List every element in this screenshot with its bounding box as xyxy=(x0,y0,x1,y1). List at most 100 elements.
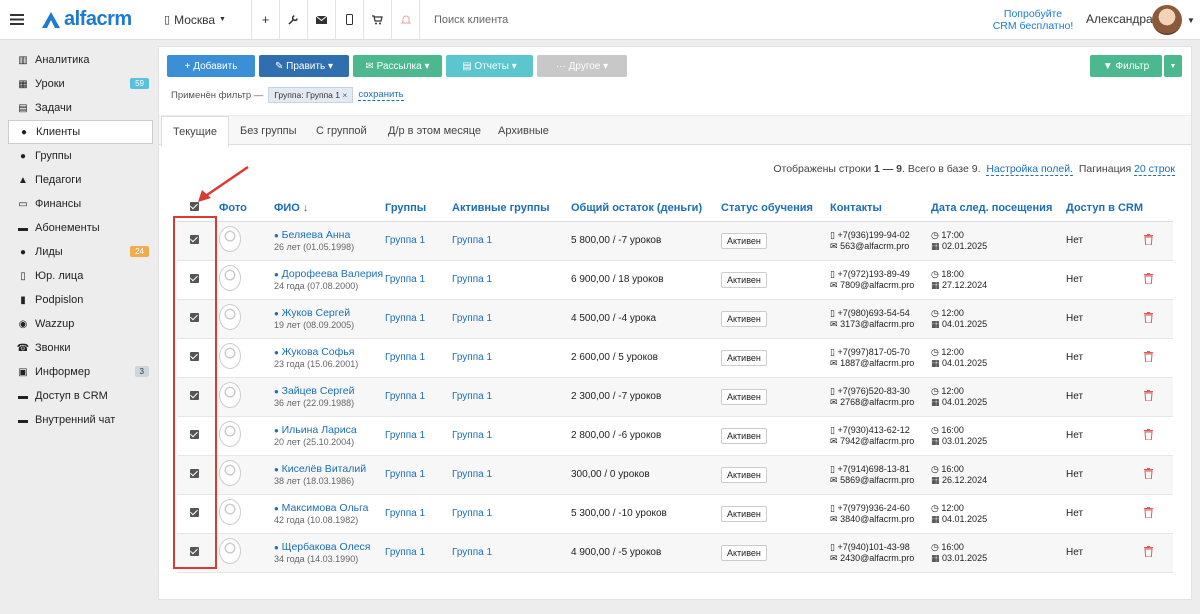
filter-dropdown-button[interactable]: ▼ xyxy=(1164,55,1182,77)
save-filter-link[interactable]: сохранить xyxy=(358,89,404,101)
trash-icon[interactable] xyxy=(1144,428,1153,443)
trash-icon[interactable] xyxy=(1144,272,1153,287)
table-row[interactable]: ● Максимова Ольга 42 года (10.08.1982) Г… xyxy=(177,494,1173,534)
client-name-link[interactable]: Жукова Софья xyxy=(282,346,355,358)
tab[interactable]: Д/р в этом месяце xyxy=(377,116,492,146)
table-row[interactable]: ● Щербакова Олеся 34 года (14.03.1990) Г… xyxy=(177,533,1173,573)
table-row[interactable]: ● Дорофеева Валерия 24 года (07.08.2000)… xyxy=(177,260,1173,300)
group-link[interactable]: Группа 1 xyxy=(385,430,425,441)
sidebar-item[interactable]: ▬ Доступ в CRM xyxy=(8,384,153,408)
sidebar-item[interactable]: ▦ Уроки 59 xyxy=(8,72,153,96)
row-checkbox[interactable] xyxy=(177,299,219,339)
group-link[interactable]: Группа 1 xyxy=(385,391,425,402)
row-checkbox[interactable] xyxy=(177,416,219,456)
trash-icon[interactable] xyxy=(1144,467,1153,482)
other-button[interactable]: ··· Другое ▾ xyxy=(537,55,627,77)
active-group-link[interactable]: Группа 1 xyxy=(452,430,492,441)
column-header[interactable]: ФИО ↓ xyxy=(274,195,385,222)
row-checkbox[interactable] xyxy=(177,338,219,378)
active-group-link[interactable]: Группа 1 xyxy=(452,313,492,324)
row-checkbox[interactable] xyxy=(177,377,219,417)
plus-icon[interactable]: + xyxy=(252,0,280,40)
client-name-link[interactable]: Жуков Сергей xyxy=(282,307,350,319)
sidebar-item[interactable]: ● Клиенты xyxy=(8,120,153,144)
cart-icon[interactable] xyxy=(364,0,392,40)
caret-down-icon[interactable]: ▼ xyxy=(1187,16,1195,25)
client-name-link[interactable]: Щербакова Олеся xyxy=(282,541,371,553)
row-checkbox[interactable] xyxy=(177,455,219,495)
client-name-link[interactable]: Киселёв Виталий xyxy=(282,463,366,475)
active-group-link[interactable]: Группа 1 xyxy=(452,547,492,558)
group-link[interactable]: Группа 1 xyxy=(385,274,425,285)
user-avatar[interactable] xyxy=(1152,5,1182,35)
trash-icon[interactable] xyxy=(1144,389,1153,404)
search-input[interactable]: Поиск клиента xyxy=(420,0,620,40)
active-group-link[interactable]: Группа 1 xyxy=(452,352,492,363)
try-crm-link[interactable]: Попробуйте CRM бесплатно! xyxy=(985,8,1081,32)
client-name-link[interactable]: Максимова Ольга xyxy=(282,502,369,514)
tab[interactable]: Текущие xyxy=(161,116,229,147)
sidebar-item[interactable]: ▭ Финансы xyxy=(8,192,153,216)
active-group-link[interactable]: Группа 1 xyxy=(452,508,492,519)
client-name-link[interactable]: Беляева Анна xyxy=(282,229,351,241)
tab[interactable]: Архивные xyxy=(487,116,560,146)
column-header[interactable]: Группы xyxy=(385,195,452,222)
user-name[interactable]: Александра xyxy=(1086,12,1153,26)
sidebar-item[interactable]: ▲ Педагоги xyxy=(8,168,153,192)
sidebar-item[interactable]: ▯ Юр. лица xyxy=(8,264,153,288)
client-name-link[interactable]: Ильина Лариса xyxy=(282,424,357,436)
row-checkbox[interactable] xyxy=(177,260,219,300)
table-row[interactable]: ● Киселёв Виталий 38 лет (18.03.1986) Гр… xyxy=(177,455,1173,495)
trash-icon[interactable] xyxy=(1144,350,1153,365)
tab[interactable]: Без группы xyxy=(229,116,308,146)
add-button[interactable]: + Добавить xyxy=(167,55,255,77)
sidebar-item[interactable]: ◉ Wazzup xyxy=(8,312,153,336)
reports-button[interactable]: ▤ Отчеты ▾ xyxy=(446,55,533,77)
table-row[interactable]: ● Зайцев Сергей 36 лет (22.09.1988) Груп… xyxy=(177,377,1173,417)
sidebar-item[interactable]: ● Лиды 24 xyxy=(8,240,153,264)
group-link[interactable]: Группа 1 xyxy=(385,313,425,324)
sidebar-item[interactable]: ☎ Звонки xyxy=(8,336,153,360)
column-header[interactable]: Дата след. посещения xyxy=(931,195,1066,222)
row-checkbox[interactable] xyxy=(177,533,219,573)
group-link[interactable]: Группа 1 xyxy=(385,352,425,363)
table-row[interactable]: ● Ильина Лариса 20 лет (25.10.2004) Груп… xyxy=(177,416,1173,456)
sidebar-item[interactable]: ● Группы xyxy=(8,144,153,168)
group-link[interactable]: Группа 1 xyxy=(385,547,425,558)
table-row[interactable]: ● Жукова Софья 23 года (15.06.2001) Груп… xyxy=(177,338,1173,378)
active-group-link[interactable]: Группа 1 xyxy=(452,391,492,402)
trash-icon[interactable] xyxy=(1144,311,1153,326)
column-header[interactable]: Контакты xyxy=(830,195,931,222)
tab[interactable]: С группой xyxy=(305,116,378,146)
sidebar-item[interactable]: ▮ Podpislon xyxy=(8,288,153,312)
sidebar-item[interactable]: ▤ Задачи xyxy=(8,96,153,120)
logo[interactable]: alfacrm xyxy=(34,0,154,40)
column-header[interactable]: Статус обучения xyxy=(721,195,830,222)
sidebar-item[interactable]: ▣ Информер 3 xyxy=(8,360,153,384)
wrench-icon[interactable] xyxy=(280,0,308,40)
sidebar-item[interactable]: ▬ Абонементы xyxy=(8,216,153,240)
group-link[interactable]: Группа 1 xyxy=(385,235,425,246)
sidebar-item[interactable]: ▬ Внутренний чат xyxy=(8,408,153,432)
mobile-icon[interactable] xyxy=(336,0,364,40)
close-icon[interactable]: × xyxy=(342,90,347,100)
fields-settings-link[interactable]: Настройка полей. xyxy=(986,163,1073,176)
trash-icon[interactable] xyxy=(1144,233,1153,248)
client-name-link[interactable]: Зайцев Сергей xyxy=(282,385,355,397)
filter-chip[interactable]: Группа: Группа 1 × xyxy=(268,87,354,103)
group-link[interactable]: Группа 1 xyxy=(385,469,425,480)
table-row[interactable]: ● Жуков Сергей 19 лет (08.09.2005) Групп… xyxy=(177,299,1173,339)
sidebar-item[interactable]: ▥ Аналитика xyxy=(8,48,153,72)
active-group-link[interactable]: Группа 1 xyxy=(452,469,492,480)
column-header[interactable]: Общий остаток (деньги) xyxy=(571,195,721,222)
column-header[interactable]: Активные группы xyxy=(452,195,571,222)
row-checkbox[interactable] xyxy=(177,221,219,261)
filter-button[interactable]: ▼ Фильтр xyxy=(1090,55,1162,77)
hamburger-icon[interactable] xyxy=(0,0,34,40)
trash-icon[interactable] xyxy=(1144,506,1153,521)
active-group-link[interactable]: Группа 1 xyxy=(452,274,492,285)
column-header[interactable]: Доступ в CRM xyxy=(1066,195,1144,222)
mail-icon[interactable] xyxy=(308,0,336,40)
trash-icon[interactable] xyxy=(1144,545,1153,560)
client-name-link[interactable]: Дорофеева Валерия xyxy=(282,268,383,280)
